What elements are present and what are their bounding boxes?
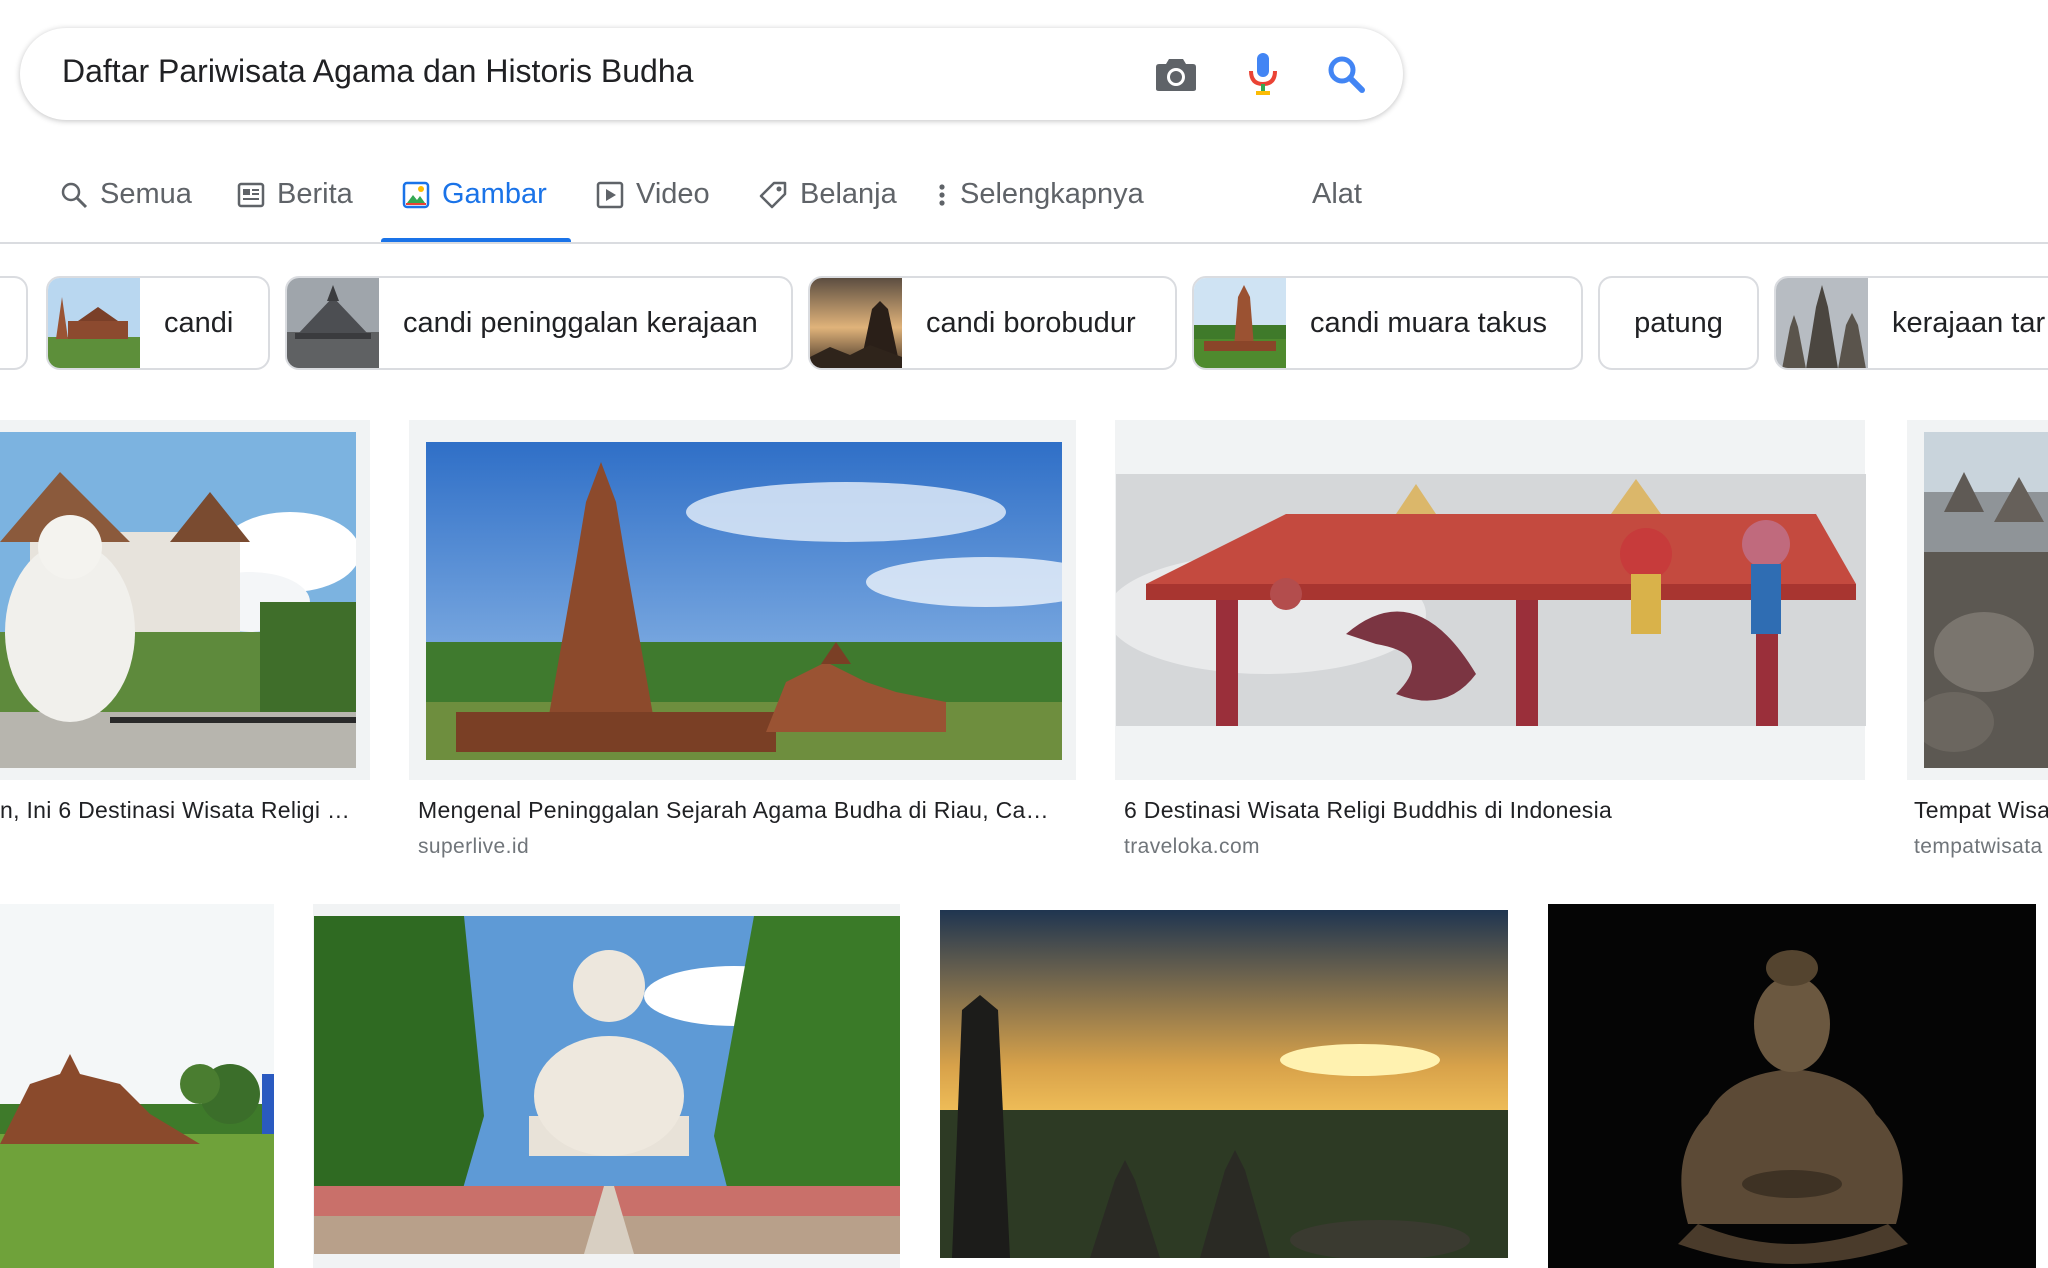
- tools-button[interactable]: Alat: [1312, 178, 1362, 211]
- chip-thumbnail: [287, 278, 379, 368]
- tab-label: Video: [636, 178, 710, 210]
- chip-label: candi muara takus: [1310, 306, 1547, 339]
- tabs-divider: [0, 242, 2048, 244]
- search-box[interactable]: Daftar Pariwisata Agama dan Historis Bud…: [20, 28, 1403, 120]
- chip-candi-borobudur[interactable]: candi borobudur: [808, 276, 1177, 370]
- chip-thumbnail: [1776, 278, 1868, 368]
- tools-label: Alat: [1312, 178, 1362, 210]
- result-source[interactable]: tempatwisata: [1914, 835, 2048, 859]
- tab-gambar[interactable]: Gambar: [402, 178, 547, 211]
- chip-label: candi borobudur: [926, 306, 1136, 339]
- chip-thumbnail: [810, 278, 902, 368]
- search-input[interactable]: Daftar Pariwisata Agama dan Historis Bud…: [62, 53, 693, 90]
- result-source[interactable]: traveloka.com: [1124, 835, 1524, 859]
- result-image[interactable]: [0, 904, 274, 1268]
- chip-candi-muara-takus[interactable]: candi muara takus: [1192, 276, 1583, 370]
- chip-thumbnail: [1194, 278, 1286, 368]
- chip-candi-peninggalan-kerajaan[interactable]: candi peninggalan kerajaan: [285, 276, 793, 370]
- result-title[interactable]: Tempat Wisa: [1914, 797, 2048, 824]
- result-image[interactable]: [1116, 474, 1866, 726]
- result-title[interactable]: Mengenal Peninggalan Sejarah Agama Budha…: [418, 797, 1058, 824]
- result-image[interactable]: [0, 432, 356, 768]
- chip-candi[interactable]: candi: [46, 276, 270, 370]
- chip-label: candi peninggalan kerajaan: [403, 306, 758, 339]
- result-image[interactable]: [426, 442, 1062, 760]
- news-icon: [237, 182, 265, 207]
- search-icon[interactable]: [1323, 51, 1369, 97]
- tab-selengkapnya[interactable]: Selengkapnya: [936, 178, 1144, 211]
- image-icon: [402, 181, 430, 208]
- microphone-icon[interactable]: [1240, 51, 1286, 97]
- search-icon: [61, 182, 88, 208]
- tab-label: Berita: [277, 178, 353, 210]
- search-tabs: Semua Berita Gambar Video Belanja Seleng…: [0, 160, 2048, 244]
- chip-partial[interactable]: [0, 276, 28, 370]
- tab-semua[interactable]: Semua: [60, 178, 192, 211]
- chip-label: patung: [1634, 306, 1723, 339]
- video-icon: [596, 181, 624, 208]
- tab-label: Selengkapnya: [960, 178, 1144, 210]
- tab-label: Semua: [100, 178, 192, 210]
- tab-label: Gambar: [442, 178, 547, 210]
- tag-icon: [759, 181, 787, 208]
- result-source[interactable]: superlive.id: [418, 835, 818, 859]
- chip-kerajaan-tar[interactable]: kerajaan tar: [1774, 276, 2048, 370]
- result-image[interactable]: [1548, 904, 2036, 1268]
- camera-icon[interactable]: [1153, 51, 1199, 97]
- result-image[interactable]: [940, 910, 1508, 1258]
- result-title[interactable]: 6 Destinasi Wisata Religi Buddhis di Ind…: [1124, 797, 1844, 824]
- result-image[interactable]: [1924, 432, 2048, 768]
- tab-belanja[interactable]: Belanja: [758, 178, 897, 211]
- result-image[interactable]: [314, 916, 900, 1254]
- chip-patung[interactable]: patung: [1598, 276, 1759, 370]
- chip-thumbnail: [48, 278, 140, 368]
- tab-video[interactable]: Video: [596, 178, 710, 211]
- more-vert-icon: [939, 183, 945, 206]
- chip-label: candi: [164, 306, 234, 339]
- tab-berita[interactable]: Berita: [237, 178, 353, 211]
- chip-label: kerajaan tar: [1892, 306, 2046, 339]
- tab-label: Belanja: [800, 178, 897, 210]
- result-title[interactable]: n, Ini 6 Destinasi Wisata Religi …: [0, 797, 356, 824]
